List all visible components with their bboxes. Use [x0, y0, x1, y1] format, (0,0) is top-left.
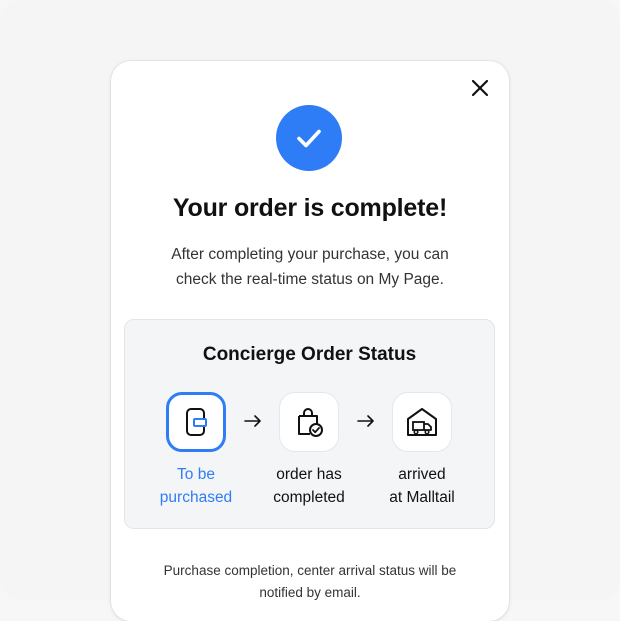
phone-card-icon: [186, 408, 207, 436]
close-icon: [471, 79, 489, 97]
order-status-box: Concierge Order Status To be purchased o…: [124, 319, 495, 529]
order-complete-modal: Your order is complete! After completing…: [111, 61, 509, 621]
warehouse-truck-icon: [407, 408, 437, 436]
arrow-right-icon: [356, 410, 376, 432]
email-notification-note: Purchase completion, center arrival stat…: [163, 563, 457, 600]
arrow-right-icon: [243, 410, 263, 432]
shopping-bag-check-icon: [298, 408, 323, 437]
modal-subtitle: After completing your purchase, you can …: [141, 242, 479, 292]
success-badge: [276, 105, 342, 171]
step-label-to-be-purchased: To be purchased: [159, 466, 233, 506]
subtitle-line-2: check the real-time status on My Page.: [176, 271, 444, 288]
step-arrived-malltail: [392, 392, 452, 452]
close-button[interactable]: [469, 77, 491, 99]
subtitle-line-1: After completing your purchase, you can: [171, 246, 449, 263]
status-title: Concierge Order Status: [202, 344, 417, 365]
step-to-be-purchased: [166, 392, 226, 452]
checkmark-icon: [297, 129, 321, 148]
step-label-order-completed: order has completed: [273, 466, 345, 506]
modal-title: Your order is complete!: [172, 194, 448, 222]
step-label-arrived-malltail: arrived at Malltail: [389, 466, 455, 506]
step-order-completed: [279, 392, 339, 452]
